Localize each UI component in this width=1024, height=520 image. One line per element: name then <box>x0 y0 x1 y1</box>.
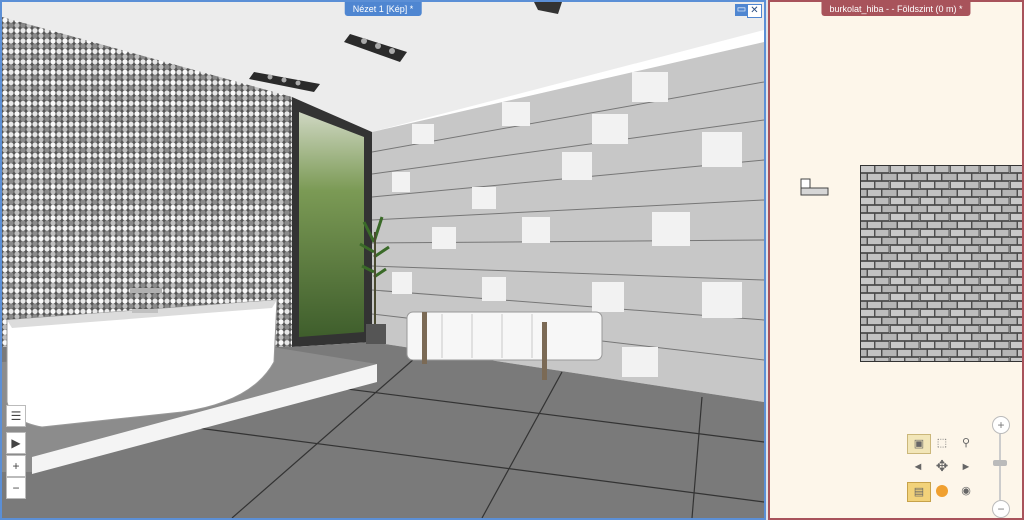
tile-plan[interactable] <box>860 165 1024 363</box>
plan-element[interactable] <box>800 178 830 198</box>
zoom-in-button[interactable]: + <box>6 455 26 477</box>
zoom-track <box>999 434 1001 500</box>
zoom-slider[interactable]: + − <box>990 416 1010 518</box>
window-view <box>299 112 364 337</box>
zoom-out-button[interactable]: − <box>6 477 26 499</box>
list-icon[interactable]: ☰ <box>6 405 26 427</box>
right-arrow-button[interactable]: ► <box>955 458 977 476</box>
zoom-in-button[interactable]: + <box>992 416 1010 434</box>
zoom-out-button[interactable]: − <box>992 500 1010 518</box>
close-button[interactable]: ✕ <box>747 4 762 18</box>
cube-icon[interactable]: ⬚ <box>931 434 953 452</box>
view-2d-pane[interactable]: burkolat_hiba - - Földszint (0 m) * ▣ ⬚ … <box>768 0 1024 520</box>
view-3d-pane[interactable]: Nézet 1 [Kép] * ▭ ✕ ☰ ▶ + − <box>0 0 766 520</box>
view-2d-title[interactable]: burkolat_hiba - - Földszint (0 m) * <box>821 2 971 16</box>
view-3d-title[interactable]: Nézet 1 [Kép] * <box>344 2 422 16</box>
render-scene <box>2 2 764 518</box>
view-cube-icon[interactable]: ▣ <box>907 434 931 454</box>
material-icon[interactable]: ▤ <box>907 482 931 502</box>
chevron-right-icon[interactable]: ▶ <box>6 432 26 454</box>
left-arrow-button[interactable]: ◄ <box>907 458 929 476</box>
move-cross-icon[interactable]: ✥ <box>931 458 953 476</box>
sun-icon[interactable] <box>931 482 953 500</box>
eye-icon[interactable]: ◉ <box>955 482 977 500</box>
zoom-thumb[interactable] <box>993 460 1007 466</box>
walk-icon[interactable]: ⚲ <box>955 434 977 452</box>
navigation-widget[interactable]: ▣ ⬚ ⚲ ◄ ✥ ► ▤ ◉ <box>904 430 980 506</box>
